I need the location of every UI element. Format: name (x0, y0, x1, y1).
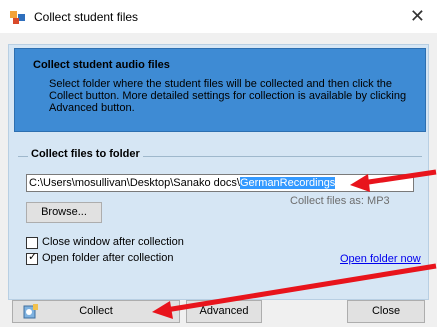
window-title: Collect student files (34, 10, 139, 24)
app-icon (10, 11, 25, 24)
folder-path-input[interactable]: C:\Users\mosullivan\Desktop\Sanako docs\… (26, 174, 414, 192)
header-description: Select folder where the student files wi… (49, 78, 407, 114)
header-box: Collect student audio files Select folde… (14, 48, 426, 132)
checkmark-icon: ✓ (28, 251, 38, 263)
collect-button[interactable]: Collect (12, 300, 180, 323)
close-after-label: Close window after collection (42, 236, 184, 248)
path-prefix: C:\Users\mosullivan\Desktop\Sanako docs\ (29, 177, 240, 189)
open-after-checkbox[interactable]: ✓ (26, 251, 38, 265)
advanced-button[interactable]: Advanced (186, 300, 262, 323)
collect-button-label: Collect (79, 305, 113, 317)
close-button[interactable]: Close (347, 300, 425, 323)
group-title: Collect files to folder (28, 148, 143, 160)
title-bar: Collect student files ✕ (0, 0, 437, 33)
header-title: Collect student audio files (33, 59, 170, 71)
browse-button[interactable]: Browse... (26, 202, 102, 223)
collect-as-label: Collect files as: MP3 (290, 195, 390, 207)
path-selected-text: GermanRecordings (239, 177, 336, 189)
open-folder-link[interactable]: Open folder now (340, 253, 421, 265)
close-after-checkbox[interactable] (26, 237, 38, 249)
close-icon[interactable]: ✕ (410, 6, 425, 26)
open-after-label: Open folder after collection (42, 252, 174, 264)
